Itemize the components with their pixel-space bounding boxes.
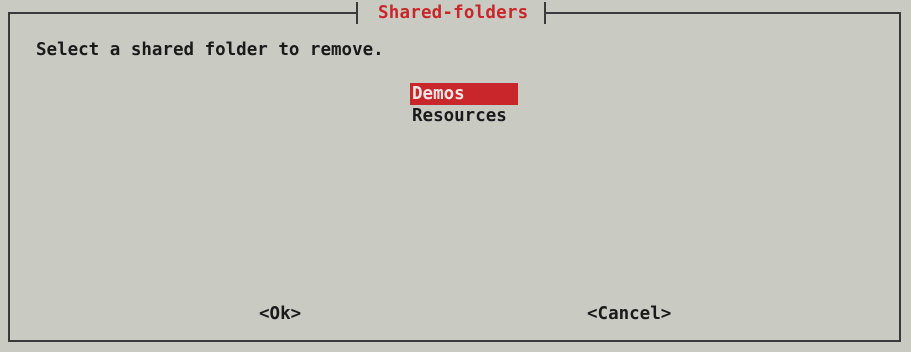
terminal-screen: Select a shared folder to remove. Demos … [0,0,911,352]
dialog-title: Shared-folders [378,3,529,23]
folder-list[interactable]: Demos Resources [410,83,518,127]
ok-button[interactable]: <Ok> [259,304,301,324]
dialog-prompt: Select a shared folder to remove. [36,40,384,60]
shared-folders-dialog: Select a shared folder to remove. Demos … [8,12,901,342]
dialog-title-bar: Shared-folders [356,0,547,26]
cancel-button[interactable]: <Cancel> [587,304,671,324]
folder-item-demos[interactable]: Demos [410,83,518,105]
title-right-tick [544,2,547,24]
folder-item-resources[interactable]: Resources [410,105,518,127]
